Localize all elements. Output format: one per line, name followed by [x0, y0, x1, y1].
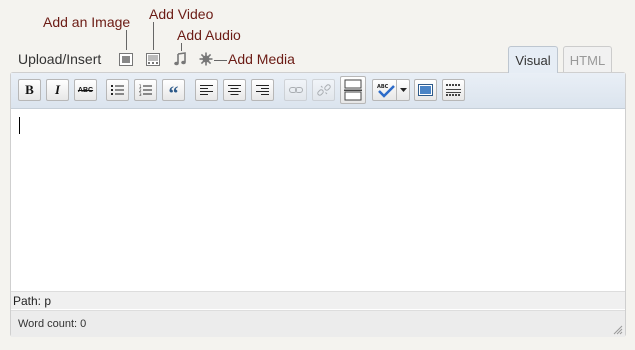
blockquote-button[interactable]: “ — [162, 79, 185, 105]
add-audio-leader-line — [181, 43, 182, 51]
word-count-bar: Word count: 0 — [11, 310, 625, 337]
chevron-down-icon — [396, 80, 409, 100]
music-note-icon — [174, 52, 186, 66]
path-status: Path: p — [11, 291, 625, 309]
insert-link-button[interactable] — [284, 79, 307, 101]
numbered-list-button[interactable]: 123 — [134, 79, 157, 101]
kitchen-sink-icon — [446, 84, 461, 96]
align-right-button[interactable] — [251, 79, 274, 101]
add-image-leader-line — [126, 30, 127, 50]
italic-button[interactable]: I — [46, 79, 69, 101]
editor-container: B I ABC 123 “ ABC Path: p Word count: 0 — [10, 72, 626, 337]
bullet-list-button[interactable] — [106, 79, 129, 101]
add-video-annotation: Add Video — [149, 6, 214, 22]
insert-more-button[interactable] — [340, 76, 366, 104]
strikethrough-button[interactable]: ABC — [74, 79, 97, 101]
add-media-button[interactable] — [198, 51, 214, 67]
align-left-button[interactable] — [195, 79, 218, 101]
add-video-leader-line — [153, 22, 154, 50]
add-media-leader-line — [214, 60, 227, 61]
resize-handle-icon[interactable] — [612, 324, 623, 335]
bullet-list-icon — [111, 85, 124, 95]
editor-toolbar: B I ABC 123 “ ABC — [11, 73, 625, 109]
strikethrough-label: ABC — [77, 86, 94, 94]
star-burst-icon — [199, 52, 213, 66]
svg-text:3: 3 — [139, 92, 142, 96]
bold-label: B — [25, 82, 34, 97]
video-icon — [146, 52, 160, 66]
tab-html[interactable]: HTML — [563, 46, 612, 73]
unlink-button[interactable] — [312, 79, 335, 101]
word-count: Word count: 0 — [18, 318, 87, 330]
text-caret — [19, 117, 20, 134]
numbered-list-icon: 123 — [139, 84, 152, 96]
align-center-icon — [228, 84, 241, 95]
kitchen-sink-button[interactable] — [442, 79, 465, 101]
align-right-icon — [256, 84, 269, 95]
unlink-icon — [316, 84, 331, 96]
svg-text:ABC: ABC — [377, 84, 389, 90]
link-icon — [288, 87, 303, 93]
add-image-annotation: Add an Image — [43, 14, 131, 30]
add-audio-annotation: Add Audio — [177, 27, 241, 43]
bold-button[interactable]: B — [18, 79, 41, 101]
spellcheck-button[interactable]: ABC — [372, 79, 410, 101]
fullscreen-icon — [418, 84, 433, 96]
add-audio-button[interactable] — [172, 51, 188, 67]
align-left-icon — [200, 84, 213, 95]
upload-insert-label: Upload/Insert — [18, 51, 102, 67]
tab-visual[interactable]: Visual — [508, 46, 558, 73]
add-media-annotation: Add Media — [228, 51, 295, 67]
add-video-button[interactable] — [145, 51, 161, 67]
blockquote-icon: “ — [168, 83, 179, 105]
align-center-button[interactable] — [223, 79, 246, 101]
image-icon — [119, 52, 133, 66]
more-tag-icon — [344, 79, 362, 101]
fullscreen-button[interactable] — [414, 79, 437, 101]
italic-label: I — [54, 82, 61, 97]
spellcheck-icon: ABC — [377, 84, 395, 98]
add-image-button[interactable] — [118, 51, 134, 67]
